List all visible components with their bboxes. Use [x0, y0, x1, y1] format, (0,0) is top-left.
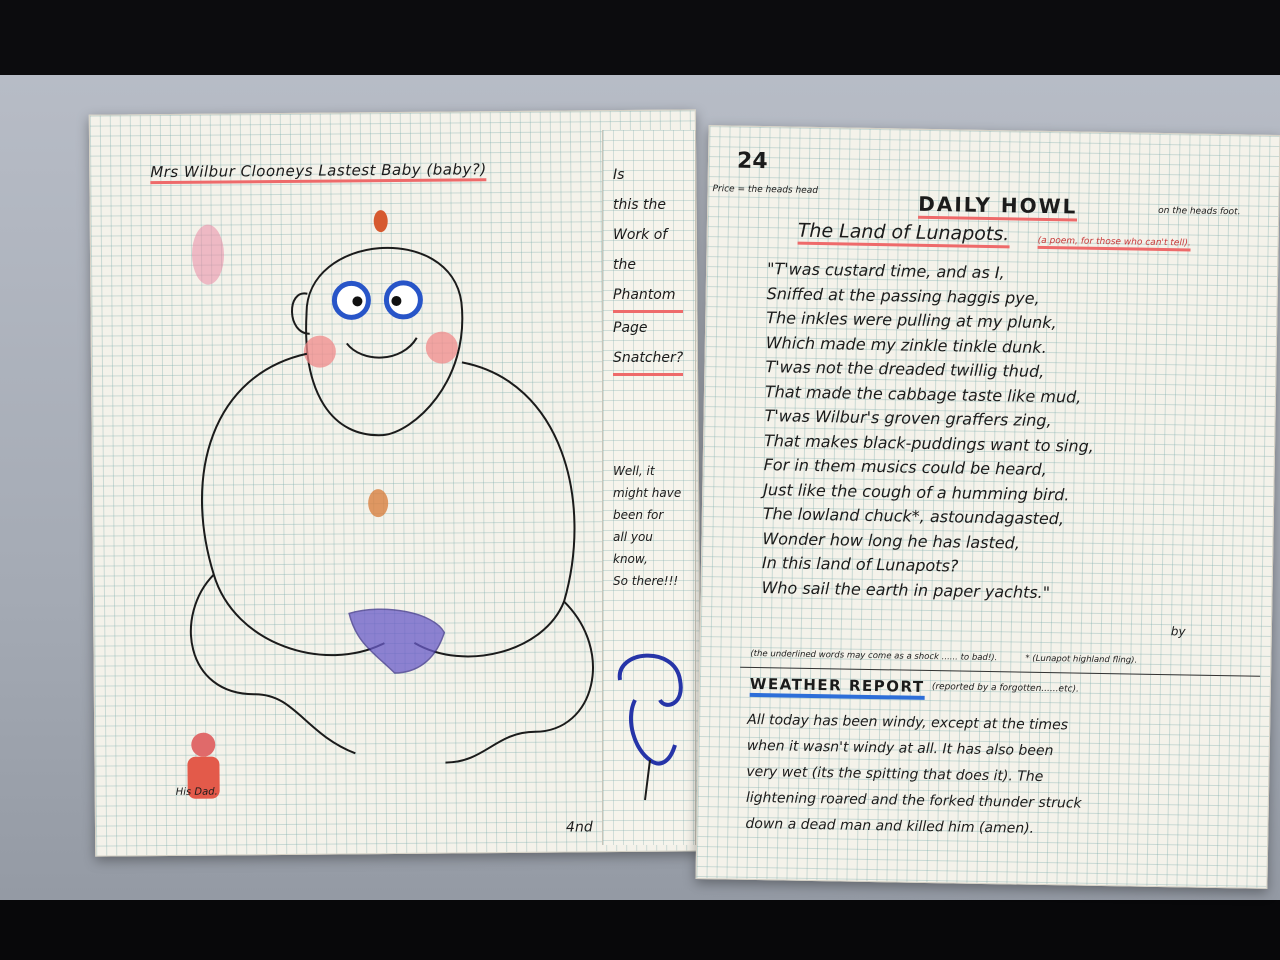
weather-line: down a dead man and killed him (amen). — [745, 815, 1035, 837]
right-cheek — [425, 331, 458, 364]
strip-reply-line: So there!!! — [613, 574, 679, 588]
footnote-right: * (Lunapot highland fling). — [1025, 653, 1138, 666]
strip-reply-line: Well, it — [613, 464, 655, 478]
strip-reply-line: might have — [613, 486, 682, 500]
byline: by — [1170, 624, 1186, 639]
footnote-left: (the underlined words may come as a shoc… — [750, 648, 998, 664]
strip-reply-line: been for — [613, 508, 664, 522]
weather-note: (reported by a forgotten......etc). — [931, 682, 1079, 695]
strip-question: Is this the Work of the Phantom Page Sna… — [613, 160, 684, 376]
masthead: Daily Howl — [918, 191, 1078, 222]
right-page: 24 Price = the heads head Daily Howl on … — [695, 125, 1280, 889]
strip-line: the — [613, 257, 636, 273]
notebook: Mrs Wilbur Clooneys Lastest Baby (baby?) — [82, 102, 1280, 892]
mouth — [345, 337, 418, 359]
page-number: 24 — [736, 148, 768, 175]
strip-reply: Well, it might have been for all you kno… — [613, 460, 681, 592]
snatcher-strip: Is this the Work of the Phantom Page Sna… — [602, 130, 696, 845]
poem-title: The Land of Lunapots. — [797, 219, 1010, 249]
left-cheek — [303, 335, 336, 368]
nappy — [348, 608, 446, 674]
weather-report: All today has been windy, except at the … — [745, 707, 1083, 843]
baby-drawing — [187, 210, 594, 799]
right-eye — [383, 280, 423, 320]
wilbur-portrait — [617, 653, 683, 801]
weather-title: Weather Report — [749, 674, 925, 700]
monitor-bezel — [0, 900, 1280, 960]
hair-tuft — [373, 210, 388, 233]
strip-line: this the — [613, 197, 666, 213]
dad-head — [191, 732, 216, 757]
strip-line: Phantom — [613, 280, 684, 313]
pink-smudge — [191, 224, 225, 285]
strip-reply-line: all you — [613, 530, 653, 544]
left-signature: 4nd — [565, 819, 593, 836]
strip-line: Page — [613, 320, 648, 336]
navel — [368, 489, 389, 518]
masthead-note: on the heads foot. — [1158, 205, 1241, 218]
strip-line: Work of — [613, 227, 668, 243]
left-eye — [331, 280, 371, 320]
strip-reply-line: know, — [613, 552, 648, 566]
strip-line: Snatcher? — [613, 343, 684, 376]
price-note: Price = the heads head — [712, 184, 819, 196]
poem-title-note: (a poem, for those who can't tell). — [1037, 235, 1191, 252]
poem-line: Who sail the earth in paper yachts." — [761, 577, 1051, 602]
strip-line: Is — [613, 167, 625, 183]
dad-label: His Dad. — [175, 786, 218, 798]
poem: "T'was custard time, and as I, Sniffed a… — [761, 257, 1097, 606]
